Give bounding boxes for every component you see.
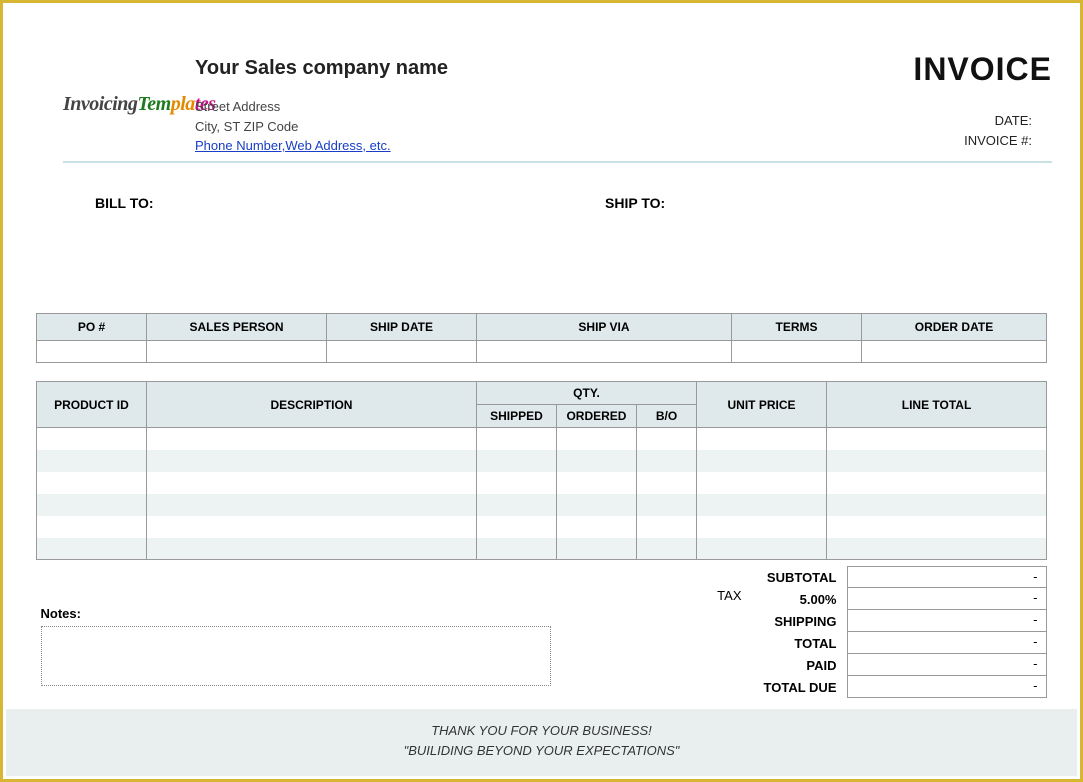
- shipping-value: -: [847, 610, 1047, 632]
- col-shipped: SHIPPED: [476, 405, 556, 428]
- col-product-id: PRODUCT ID: [36, 382, 146, 428]
- col-bo: B/O: [636, 405, 696, 428]
- footer-band: THANK YOU FOR YOUR BUSINESS! "BUILIDING …: [6, 709, 1077, 776]
- order-meta-table: PO # SALES PERSON SHIP DATE SHIP VIA TER…: [36, 313, 1047, 363]
- date-label: DATE:: [964, 111, 1032, 131]
- col-qty-group: QTY.: [476, 382, 696, 405]
- col-orderdate: ORDER DATE: [862, 314, 1047, 341]
- subtotal-label: SUBTOTAL: [617, 570, 847, 585]
- logo-part-2: Tem: [137, 93, 170, 115]
- item-row: [36, 450, 1046, 472]
- address-section: BILL TO: SHIP TO:: [23, 163, 1060, 313]
- totaldue-label: TOTAL DUE: [617, 680, 847, 695]
- paid-label: PAID: [617, 658, 847, 673]
- logo: InvoicingTemplates: [63, 93, 216, 116]
- notes-label: Notes:: [41, 606, 81, 621]
- col-unit-price: UNIT PRICE: [697, 382, 827, 428]
- paid-value: -: [847, 654, 1047, 676]
- cell-salesperson[interactable]: [147, 341, 327, 363]
- total-value: -: [847, 632, 1047, 654]
- item-row: [36, 494, 1046, 516]
- cell-orderdate[interactable]: [862, 341, 1047, 363]
- ship-to-label: SHIP TO:: [605, 195, 665, 211]
- cell-shipvia[interactable]: [477, 341, 732, 363]
- col-description: DESCRIPTION: [146, 382, 476, 428]
- company-contact-link[interactable]: Phone Number,Web Address, etc.: [195, 138, 391, 153]
- col-salesperson: SALES PERSON: [147, 314, 327, 341]
- col-shipdate: SHIP DATE: [327, 314, 477, 341]
- totaldue-value: -: [847, 676, 1047, 698]
- invoice-meta: DATE: INVOICE #:: [964, 111, 1032, 150]
- col-terms: TERMS: [732, 314, 862, 341]
- item-row: [36, 472, 1046, 494]
- document-title: INVOICE: [913, 51, 1052, 88]
- company-block: Your Sales company name Street Address C…: [195, 53, 448, 156]
- cell-po[interactable]: [37, 341, 147, 363]
- company-street: Street Address: [195, 97, 448, 117]
- col-line-total: LINE TOTAL: [827, 382, 1047, 428]
- shipping-label: SHIPPING: [617, 614, 847, 629]
- item-row: [36, 538, 1046, 560]
- tax-value: -: [847, 588, 1047, 610]
- bottom-section: Notes: TAX SUBTOTAL - 5.00% - SHIPPING -…: [37, 566, 1047, 726]
- cell-terms[interactable]: [732, 341, 862, 363]
- subtotal-value: -: [847, 566, 1047, 588]
- logo-part-1: Invoicing: [63, 93, 137, 115]
- col-ordered: ORDERED: [556, 405, 636, 428]
- total-label: TOTAL: [617, 636, 847, 651]
- footer-line-1: THANK YOU FOR YOUR BUSINESS!: [6, 721, 1077, 741]
- header: InvoicingTemplates Your Sales company na…: [23, 33, 1060, 163]
- item-row: [36, 516, 1046, 538]
- order-meta-row: [37, 341, 1047, 363]
- cell-shipdate[interactable]: [327, 341, 477, 363]
- bill-to-label: BILL TO:: [95, 195, 154, 211]
- invoice-document: InvoicingTemplates Your Sales company na…: [0, 0, 1083, 782]
- company-name: Your Sales company name: [195, 53, 448, 83]
- taxrate-label: 5.00%: [617, 592, 847, 607]
- col-shipvia: SHIP VIA: [477, 314, 732, 341]
- item-row: [36, 428, 1046, 450]
- totals-block: SUBTOTAL - 5.00% - SHIPPING - TOTAL - PA…: [617, 566, 1047, 698]
- footer-line-2: "BUILIDING BEYOND YOUR EXPECTATIONS": [6, 741, 1077, 761]
- col-po: PO #: [37, 314, 147, 341]
- company-city: City, ST ZIP Code: [195, 117, 448, 137]
- invoice-number-label: INVOICE #:: [964, 131, 1032, 151]
- notes-box[interactable]: [41, 626, 551, 686]
- logo-part-3: pla: [171, 93, 195, 115]
- items-table: PRODUCT ID DESCRIPTION QTY. UNIT PRICE L…: [36, 381, 1047, 560]
